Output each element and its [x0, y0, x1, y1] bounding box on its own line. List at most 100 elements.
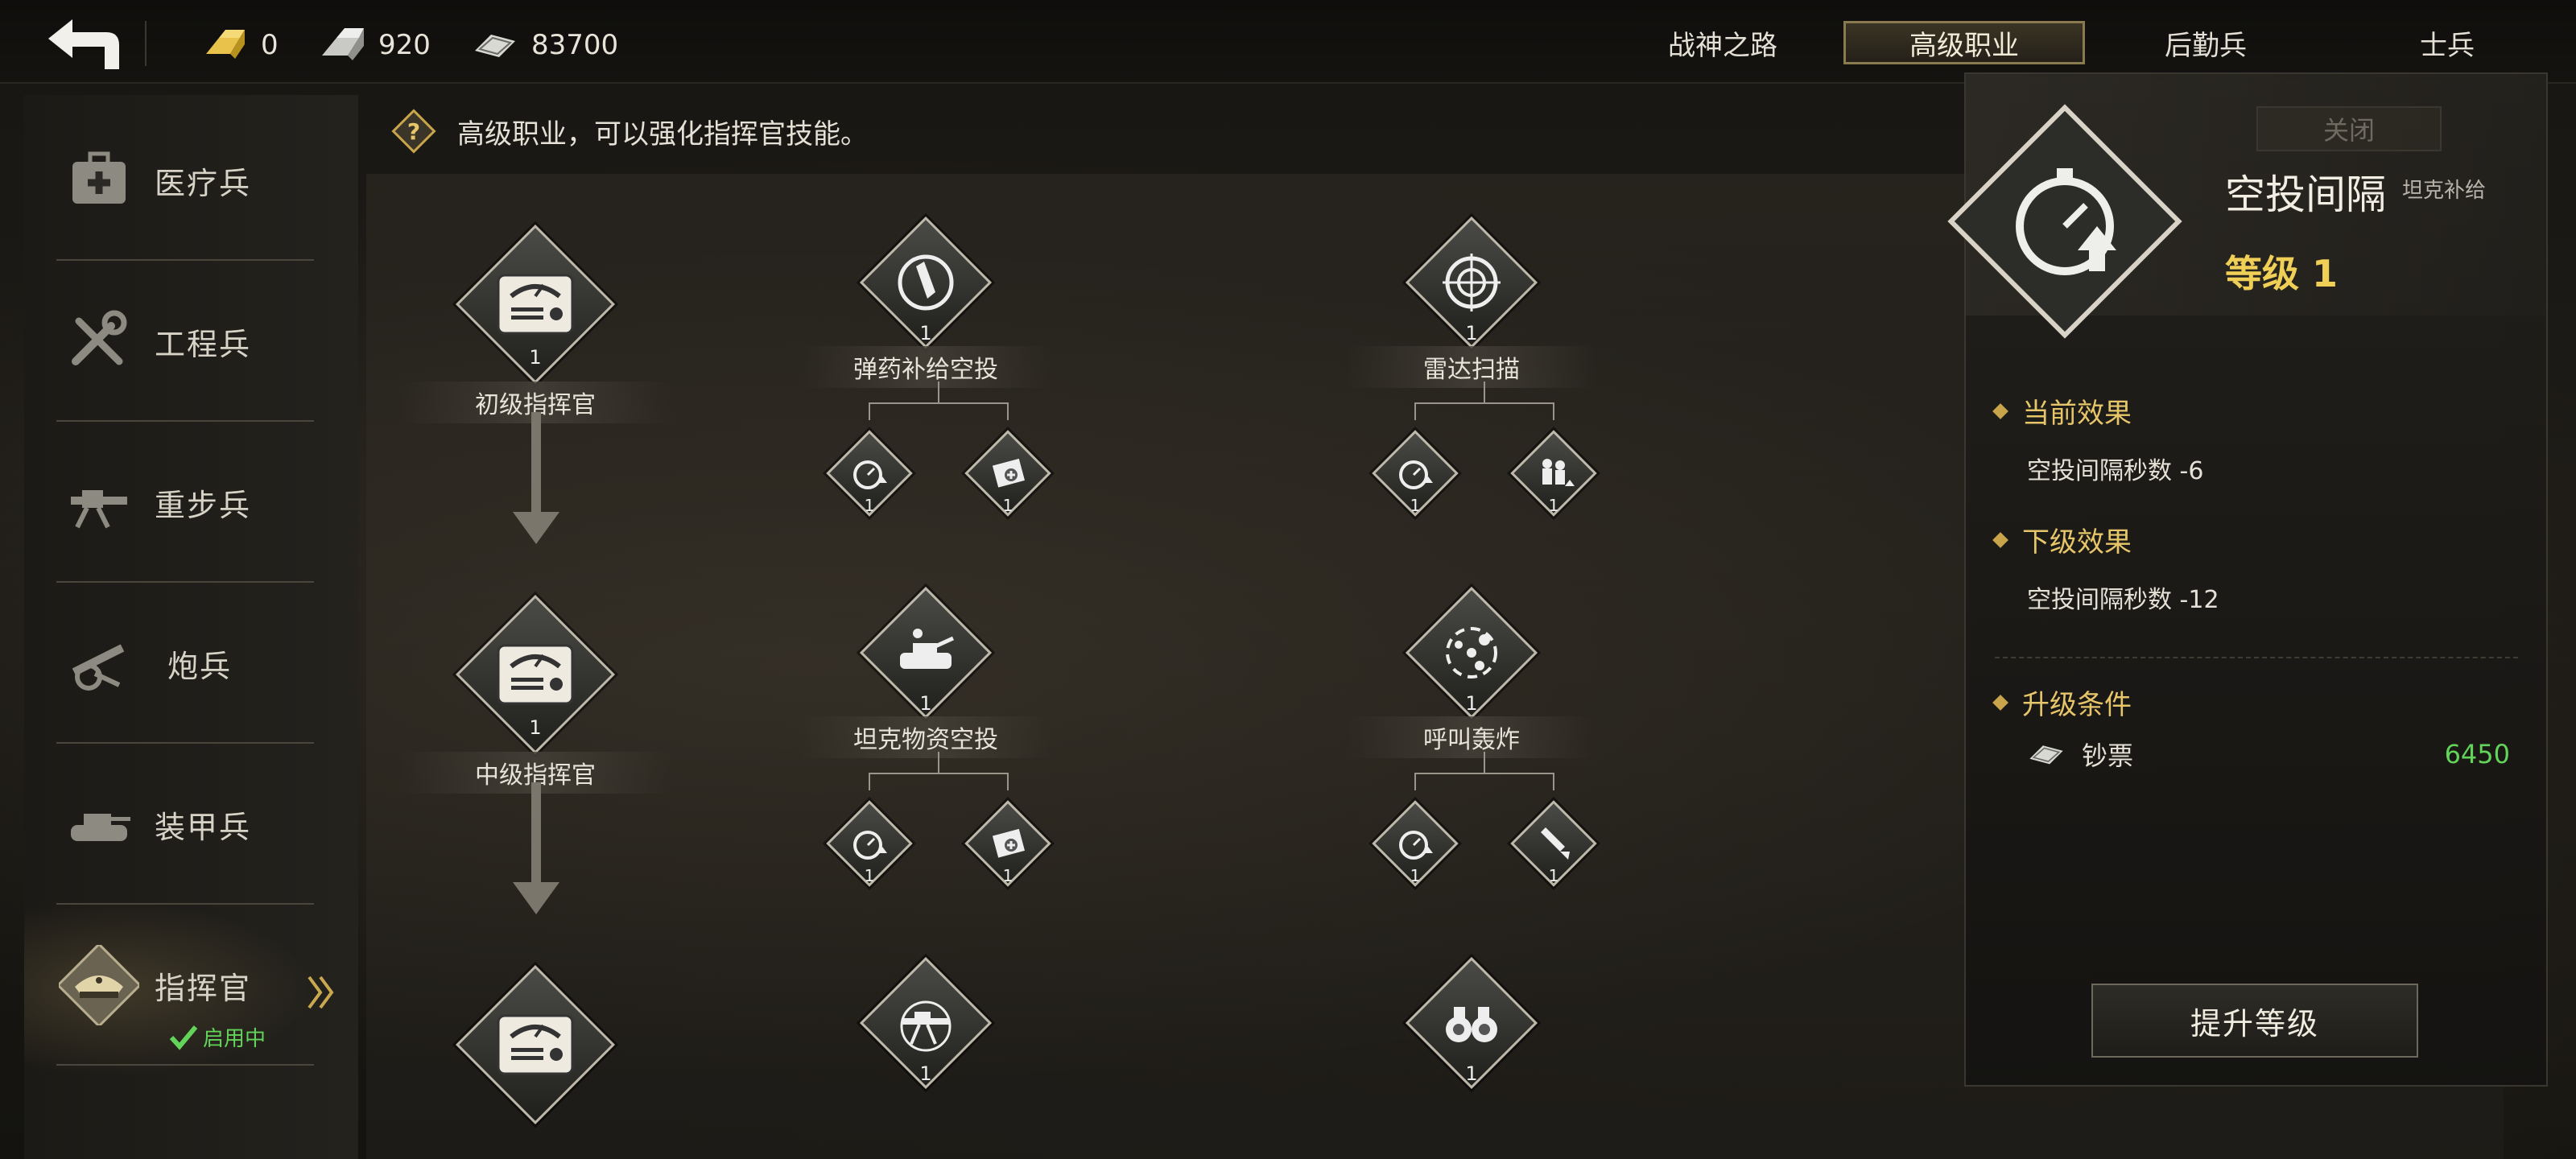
- diamond-bullet-icon: [1992, 531, 2008, 548]
- branch-line: [1484, 382, 1485, 402]
- skill-radar-scan[interactable]: 1: [1403, 214, 1540, 351]
- class-sidebar: 医疗兵 工程兵 重步兵 炮兵 装甲兵 指挥官 启用中: [24, 95, 358, 1159]
- sub-level: 1: [864, 866, 875, 885]
- branch-line: [1553, 402, 1554, 420]
- divider: [56, 742, 314, 744]
- check-icon: [169, 1025, 198, 1050]
- enabled-status: 启用中: [169, 1022, 266, 1052]
- sub-level: 1: [864, 496, 875, 515]
- sidebar-item-label: 医疗兵: [155, 165, 252, 201]
- skill-label: 弹药补给空投: [801, 346, 1051, 388]
- branch-line: [869, 773, 1007, 774]
- skill-level: 1: [1465, 322, 1478, 344]
- artillery-icon: [55, 619, 143, 707]
- next-effect-header: 下级效果: [1992, 520, 2132, 559]
- connector: [531, 412, 541, 517]
- sub-skill-drop-interval[interactable]: 1: [823, 427, 916, 520]
- sub-skill-soldiers[interactable]: 1: [1507, 427, 1600, 520]
- next-effect-label: 下级效果: [2022, 526, 2132, 559]
- tab-logistics[interactable]: 后勤兵: [2085, 21, 2326, 64]
- top-bar: 0 920 83700 战神之路 高级职业 后勤兵 士兵: [0, 0, 2576, 84]
- branch-line: [938, 382, 939, 402]
- tier-level: 1: [529, 346, 542, 369]
- skill-call-bombard[interactable]: 1: [1403, 584, 1540, 721]
- skill-subtitle: 坦克补给: [2402, 179, 2487, 203]
- selected-skill-icon: [1928, 85, 2202, 358]
- officer-cap-icon: [55, 941, 143, 1029]
- medkit-icon: [55, 136, 143, 225]
- tank-icon: [55, 780, 143, 868]
- sidebar-item-artillery[interactable]: 炮兵: [48, 584, 314, 742]
- sidebar-item-engineer[interactable]: 工程兵: [48, 262, 314, 420]
- sidebar-item-heavy-infantry[interactable]: 重步兵: [48, 423, 314, 581]
- skill-binoculars[interactable]: 1: [1403, 955, 1540, 1091]
- skill-level: 1: [919, 322, 932, 344]
- skill-level: 1: [1465, 692, 1478, 715]
- connector: [531, 782, 541, 887]
- tab-advanced-class[interactable]: 高级职业: [1843, 21, 2085, 64]
- enabled-label: 启用中: [203, 1027, 266, 1051]
- cost-row: 钞票 6450: [2027, 736, 2510, 773]
- diamond-bullet-icon: [1992, 694, 2008, 711]
- sub-level: 1: [1410, 496, 1421, 515]
- svg-text:?: ?: [407, 118, 420, 145]
- sub-level: 1: [1002, 866, 1013, 885]
- hint-text: 高级职业，可以强化指挥官技能。: [457, 118, 868, 151]
- sidebar-item-armored[interactable]: 装甲兵: [48, 745, 314, 903]
- branch-line: [869, 773, 870, 790]
- sidebar-item-label: 重步兵: [155, 487, 252, 523]
- tier-node-intermediate[interactable]: 1: [455, 594, 616, 755]
- sub-skill-medkit[interactable]: 1: [961, 427, 1055, 520]
- sub-skill-scan-interval[interactable]: 1: [1368, 427, 1462, 520]
- current-effect-value: 空投间隔秒数 -6: [2027, 457, 2204, 485]
- back-button[interactable]: [45, 16, 122, 72]
- arrow-down-icon: [513, 882, 559, 914]
- sub-skill-shell[interactable]: 1: [1507, 797, 1600, 890]
- sidebar-item-medic[interactable]: 医疗兵: [48, 101, 314, 259]
- diamond-bullet-icon: [1992, 402, 2008, 419]
- branch-line: [1414, 773, 1553, 774]
- branch-line: [1007, 402, 1009, 420]
- branch-line: [1414, 773, 1416, 790]
- divider: [56, 581, 314, 583]
- silver-bar-icon: [322, 28, 364, 60]
- banknote-icon: [2029, 745, 2063, 765]
- back-arrow-icon: [48, 19, 119, 69]
- branch-line: [869, 402, 870, 420]
- sub-level: 1: [1002, 496, 1013, 515]
- branch-line: [1414, 402, 1553, 404]
- gold-count: 0: [261, 29, 279, 61]
- silver-resource: 920: [319, 23, 431, 68]
- sub-skill-medkit-2[interactable]: 1: [961, 797, 1055, 890]
- gold-resource: 0: [201, 23, 279, 68]
- tier-node-junior[interactable]: 1: [455, 224, 616, 385]
- sidebar-item-label: 装甲兵: [155, 809, 252, 845]
- sidebar-item-label: 指挥官: [155, 970, 252, 1006]
- tier-node-senior[interactable]: [455, 964, 616, 1125]
- sub-skill-drop-interval-selected[interactable]: 1: [823, 797, 916, 890]
- skill-ammo-drop[interactable]: 1: [857, 214, 994, 351]
- sub-level: 1: [1410, 866, 1421, 885]
- upgrade-condition-label: 升级条件: [2022, 689, 2132, 721]
- skill-machine-gun[interactable]: 1: [857, 955, 994, 1091]
- sidebar-item-label: 炮兵: [167, 648, 233, 684]
- sub-level: 1: [1548, 496, 1559, 515]
- tab-soldier[interactable]: 士兵: [2326, 21, 2568, 64]
- skill-level: 1: [919, 1062, 932, 1085]
- question-icon: ?: [391, 109, 436, 154]
- skill-tank-supply-drop[interactable]: 1: [857, 584, 994, 721]
- close-button[interactable]: 关闭: [2256, 106, 2442, 151]
- skill-label: 呼叫轰炸: [1347, 716, 1596, 758]
- tab-god-of-war-road[interactable]: 战神之路: [1602, 21, 1843, 64]
- divider: [1995, 657, 2518, 658]
- skill-level: 1: [919, 692, 932, 715]
- gold-bar-icon: [206, 30, 245, 59]
- upgrade-button[interactable]: 提升等级: [2091, 984, 2418, 1058]
- sub-skill-bombard-interval[interactable]: 1: [1368, 797, 1462, 890]
- skill-label: 雷达扫描: [1347, 346, 1596, 388]
- tools-icon: [55, 297, 143, 386]
- silver-count: 920: [378, 29, 431, 61]
- skill-label: 坦克物资空投: [801, 716, 1051, 758]
- hint-bar: ? 高级职业，可以强化指挥官技能。: [391, 109, 868, 154]
- next-effect-value: 空投间隔秒数 -12: [2027, 586, 2219, 614]
